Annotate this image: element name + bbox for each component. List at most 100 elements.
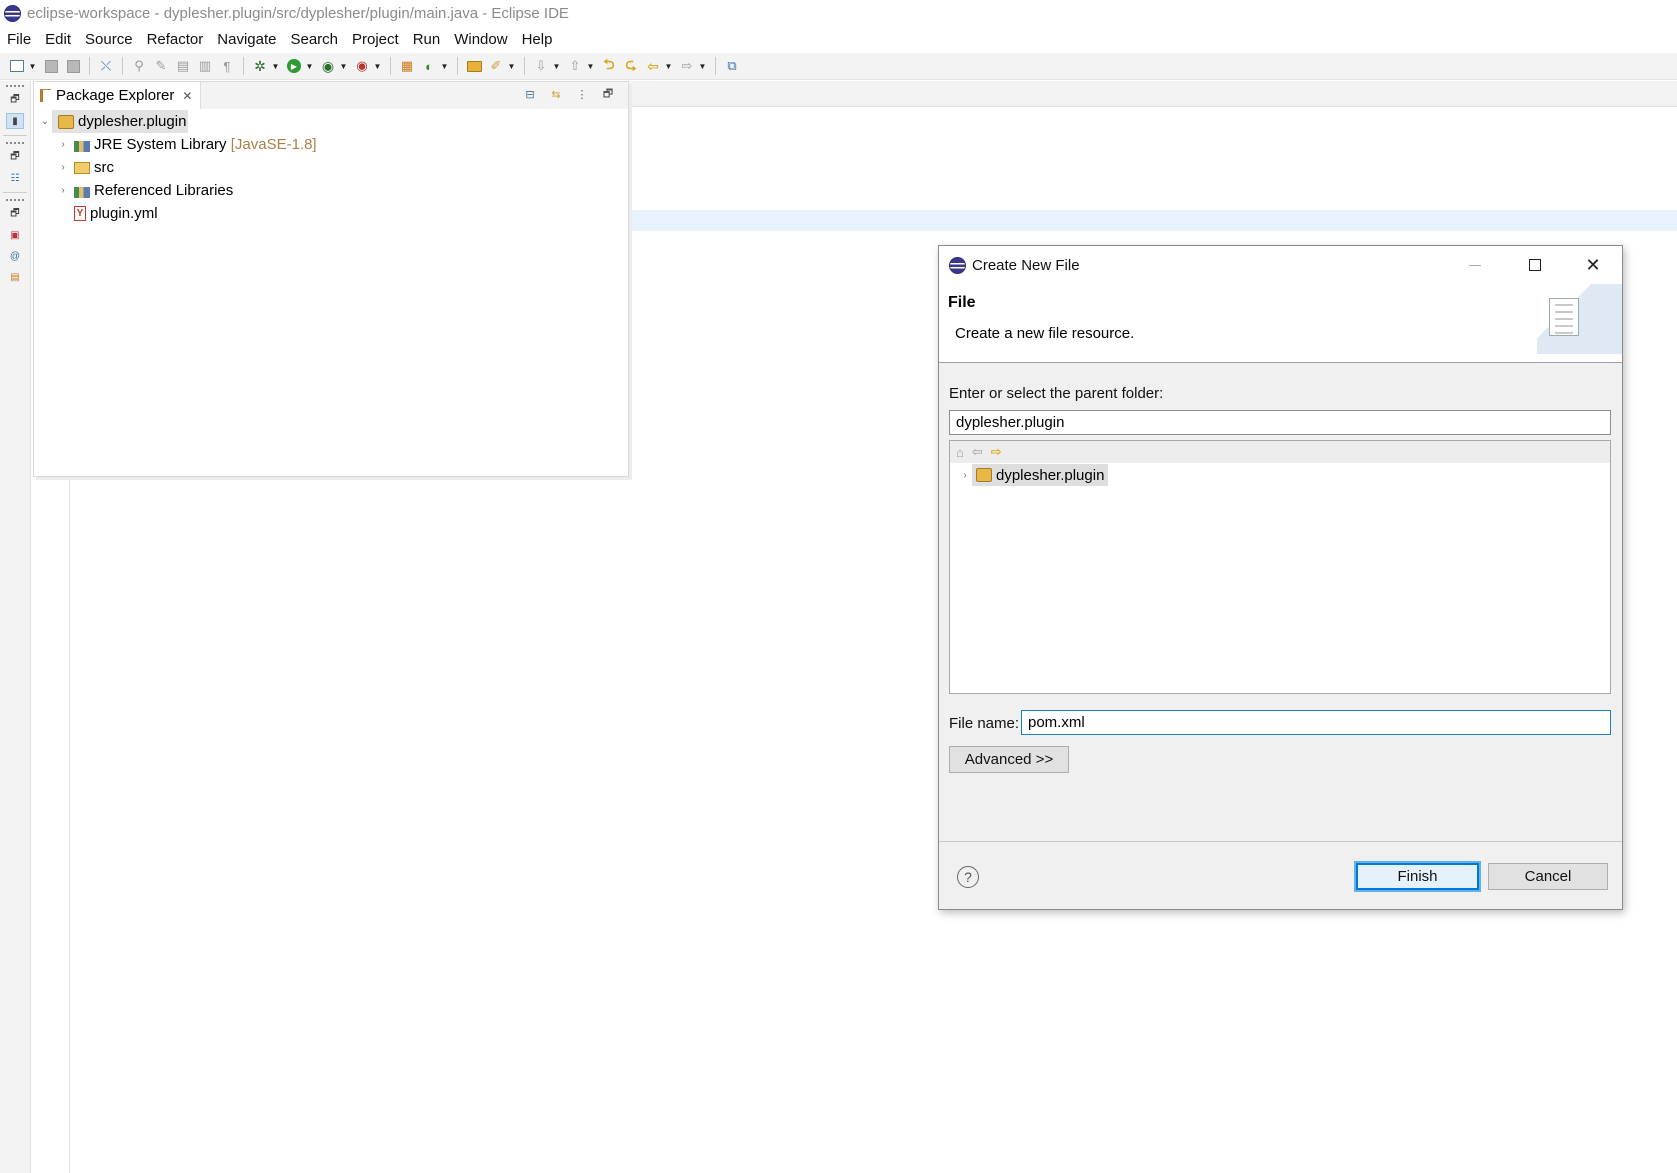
maximize-button[interactable] bbox=[1506, 246, 1564, 284]
minimize-icon bbox=[1469, 264, 1481, 266]
save-icon[interactable] bbox=[42, 57, 60, 75]
next-annotation-icon[interactable]: ⇩ bbox=[532, 57, 550, 75]
new-java-class-icon[interactable]: ◐ bbox=[420, 57, 438, 75]
tree-row-referenced-libraries[interactable]: › Referenced Libraries bbox=[34, 179, 628, 202]
current-line-highlight bbox=[592, 210, 1677, 231]
last-edit-location-icon[interactable]: ⮌ bbox=[600, 56, 618, 75]
cancel-button[interactable]: Cancel bbox=[1488, 863, 1608, 890]
trim-separator bbox=[3, 192, 27, 193]
new-java-class-dropdown-arrow-icon[interactable]: ▼ bbox=[440, 57, 449, 75]
close-icon[interactable]: ✕ bbox=[182, 89, 192, 103]
back-arrow-icon[interactable]: ⇦ bbox=[972, 444, 983, 460]
minimize-button[interactable] bbox=[1446, 246, 1504, 284]
tree-row-jre[interactable]: › JRE System Library [JavaSE-1.8] bbox=[34, 133, 628, 156]
new-file-wizard-icon bbox=[1549, 298, 1579, 336]
close-button[interactable]: ✕ bbox=[1564, 246, 1622, 284]
previous-annotation-icon[interactable]: ⇧ bbox=[566, 57, 584, 75]
open-perspective-icon[interactable]: ⧉ bbox=[723, 57, 741, 75]
outline-icon[interactable]: ☷ bbox=[6, 170, 24, 186]
menu-edit[interactable]: Edit bbox=[38, 31, 78, 48]
search-dropdown-arrow-icon[interactable]: ▼ bbox=[507, 57, 516, 75]
back-icon[interactable]: ⇦ bbox=[644, 57, 662, 75]
toggle-mark-occurrences-icon[interactable]: ✎ bbox=[152, 57, 170, 75]
toggle-word-wrap-icon[interactable]: ▥ bbox=[196, 57, 214, 75]
show-whitespace-icon[interactable]: ¶ bbox=[218, 57, 236, 75]
chevron-right-icon[interactable]: › bbox=[56, 185, 70, 196]
skip-breakpoints-icon[interactable]: ⤬ bbox=[97, 57, 115, 75]
package-explorer-view: Package Explorer ✕ ⊟ ⇆ ⋮ 🗗 ⌄ dyplesher.p… bbox=[33, 81, 629, 477]
menu-run[interactable]: Run bbox=[406, 31, 448, 48]
trim-drag-handle[interactable] bbox=[6, 85, 24, 87]
library-icon bbox=[74, 186, 90, 198]
coverage-icon[interactable]: ◉ bbox=[319, 57, 337, 75]
link-with-editor-icon[interactable]: ⇆ bbox=[548, 86, 564, 102]
folder-tree-item[interactable]: › dyplesher.plugin bbox=[958, 464, 1109, 486]
restore-icon[interactable]: 🗗 bbox=[6, 149, 24, 165]
tree-row-project[interactable]: ⌄ dyplesher.plugin bbox=[34, 110, 628, 133]
minimize-icon[interactable]: 🗗 bbox=[600, 86, 616, 102]
view-menu-icon[interactable]: ⋮ bbox=[574, 86, 590, 102]
file-name-input[interactable]: pom.xml bbox=[1021, 710, 1611, 735]
tree-row-src[interactable]: › src bbox=[34, 156, 628, 179]
restore-icon[interactable]: 🗗 bbox=[6, 92, 24, 108]
chevron-down-icon[interactable]: ⌄ bbox=[38, 116, 52, 127]
debug-icon[interactable]: ✲ bbox=[251, 57, 269, 75]
tab-package-explorer[interactable]: Package Explorer ✕ bbox=[34, 82, 202, 109]
menu-window[interactable]: Window bbox=[447, 31, 514, 48]
dialog-header-title: File bbox=[948, 294, 976, 311]
chevron-right-icon[interactable]: › bbox=[56, 162, 70, 173]
menu-refactor[interactable]: Refactor bbox=[140, 31, 211, 48]
collapse-all-icon[interactable]: ⊟ bbox=[522, 86, 538, 102]
external-tools-icon[interactable]: ◉ bbox=[353, 57, 371, 75]
dialog-titlebar[interactable]: Create New File ✕ bbox=[939, 246, 1622, 284]
tree-item-label: Referenced Libraries bbox=[94, 182, 234, 199]
save-all-icon[interactable] bbox=[64, 57, 82, 75]
finish-button[interactable]: Finish bbox=[1356, 863, 1479, 890]
parent-folder-input[interactable]: dyplesher.plugin bbox=[949, 410, 1611, 435]
home-icon[interactable]: ⌂ bbox=[956, 445, 964, 460]
forward-icon[interactable]: ⇨ bbox=[678, 57, 696, 75]
menu-file[interactable]: File bbox=[0, 31, 38, 48]
folder-tree[interactable]: ⌂ ⇦ ⇨ › dyplesher.plugin bbox=[949, 440, 1611, 694]
coverage-dropdown-arrow-icon[interactable]: ▼ bbox=[339, 57, 348, 75]
dialog-header-description: Create a new file resource. bbox=[955, 325, 1135, 342]
trim-drag-handle[interactable] bbox=[6, 199, 24, 201]
new-icon[interactable] bbox=[8, 57, 26, 75]
trim-drag-handle[interactable] bbox=[6, 142, 24, 144]
run-icon[interactable]: ▶ bbox=[285, 57, 303, 75]
menu-source[interactable]: Source bbox=[78, 31, 140, 48]
search-icon[interactable]: ✐ bbox=[487, 57, 505, 75]
advanced-button[interactable]: Advanced >> bbox=[949, 746, 1069, 773]
previous-annotation-dropdown-arrow-icon[interactable]: ▼ bbox=[586, 57, 595, 75]
chevron-right-icon[interactable]: › bbox=[958, 470, 972, 481]
chevron-right-icon[interactable]: › bbox=[56, 139, 70, 150]
new-java-package-icon[interactable]: ▦ bbox=[398, 57, 416, 75]
declaration-icon[interactable]: ▤ bbox=[6, 269, 24, 285]
restore-icon[interactable]: 🗗 bbox=[6, 206, 24, 222]
package-explorer-icon bbox=[40, 89, 51, 102]
next-edit-location-icon[interactable]: ⮎ bbox=[622, 56, 640, 75]
external-tools-dropdown-arrow-icon[interactable]: ▼ bbox=[373, 57, 382, 75]
package-explorer-trim-icon[interactable]: ▮ bbox=[6, 113, 24, 129]
problems-icon[interactable]: ▣ bbox=[6, 227, 24, 243]
next-annotation-dropdown-arrow-icon[interactable]: ▼ bbox=[552, 57, 561, 75]
menu-navigate[interactable]: Navigate bbox=[210, 31, 283, 48]
toolbar-separator bbox=[243, 57, 244, 75]
debug-dropdown-arrow-icon[interactable]: ▼ bbox=[271, 57, 280, 75]
open-type-icon[interactable] bbox=[465, 57, 483, 75]
toggle-block-selection-icon[interactable]: ▤ bbox=[174, 57, 192, 75]
help-icon[interactable]: ? bbox=[957, 866, 979, 888]
forward-arrow-icon[interactable]: ⇨ bbox=[991, 444, 1002, 460]
folder-tree-item-label: dyplesher.plugin bbox=[996, 466, 1105, 484]
toggle-annotation-icon[interactable]: ⚲ bbox=[130, 57, 148, 75]
menu-search[interactable]: Search bbox=[283, 31, 345, 48]
new-dropdown-arrow-icon[interactable]: ▼ bbox=[28, 57, 37, 75]
javadoc-icon[interactable]: @ bbox=[6, 248, 24, 264]
forward-dropdown-arrow-icon[interactable]: ▼ bbox=[698, 57, 707, 75]
tree-row-plugin-yml[interactable]: Y plugin.yml bbox=[34, 202, 628, 225]
menu-help[interactable]: Help bbox=[515, 31, 560, 48]
wizard-banner-image bbox=[1537, 284, 1622, 354]
menu-project[interactable]: Project bbox=[345, 31, 406, 48]
back-dropdown-arrow-icon[interactable]: ▼ bbox=[664, 57, 673, 75]
run-dropdown-arrow-icon[interactable]: ▼ bbox=[305, 57, 314, 75]
